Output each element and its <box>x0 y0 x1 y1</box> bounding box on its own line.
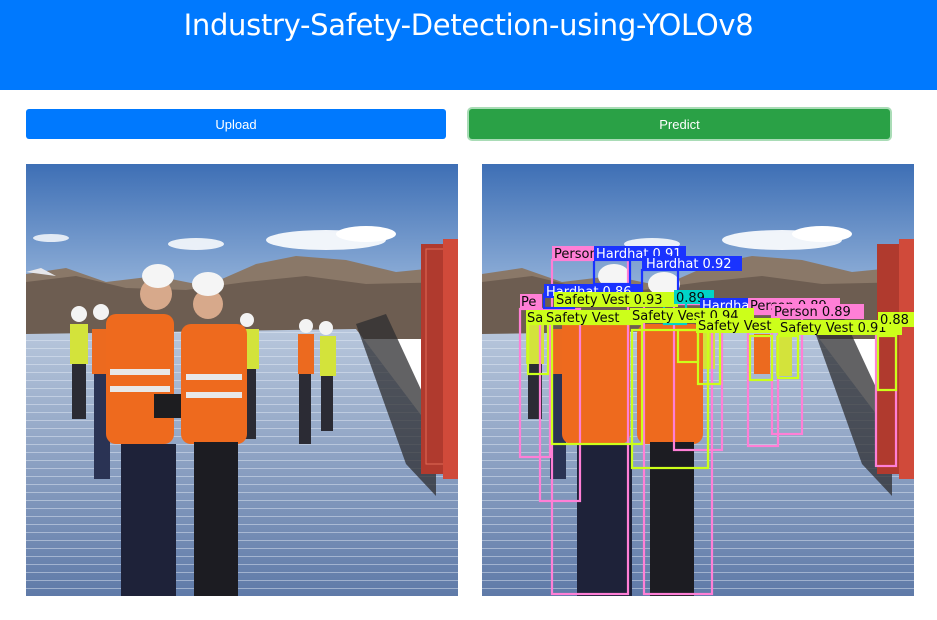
svg-text:0.88: 0.88 <box>880 313 909 328</box>
predict-button[interactable]: Predict <box>469 109 890 139</box>
input-image-scene <box>26 164 458 596</box>
det-label-person-4: Person 0.89 <box>772 304 864 320</box>
svg-text:Sa: Sa <box>527 311 543 326</box>
svg-text:Pe: Pe <box>521 295 536 310</box>
det-label-vest-1: Safety Vest 0.93 <box>554 292 678 308</box>
page-title: Industry-Safety-Detection-using-YOLOv8 <box>183 8 754 42</box>
det-label-vest-5: Safety Vest <box>696 318 780 334</box>
det-label-person-2: Pe <box>520 294 542 310</box>
svg-text:Person 0.89: Person 0.89 <box>774 305 851 320</box>
svg-text:Hardhat 0.92: Hardhat 0.92 <box>646 257 732 272</box>
app-header: Industry-Safety-Detection-using-YOLOv8 <box>0 0 937 90</box>
det-label-hardhat-2: Hardhat 0.92 <box>642 256 742 272</box>
svg-text:Safety Vest 0.91: Safety Vest 0.91 <box>780 321 887 336</box>
det-label-vest-3: Safety Vest <box>544 310 636 326</box>
prediction-image: Person 0.91 Hardhat 0.91 Hardhat 0.92 Ha… <box>482 164 914 596</box>
svg-text:Safety Vest: Safety Vest <box>546 311 619 326</box>
svg-text:Safety Vest: Safety Vest <box>698 319 771 334</box>
det-label-vest-7: 0.88 <box>878 312 914 328</box>
prediction-image-scene: Person 0.91 Hardhat 0.91 Hardhat 0.92 Ha… <box>482 164 914 596</box>
input-image <box>26 164 458 596</box>
upload-button[interactable]: Upload <box>26 109 446 139</box>
svg-text:Safety Vest 0.93: Safety Vest 0.93 <box>556 293 663 308</box>
